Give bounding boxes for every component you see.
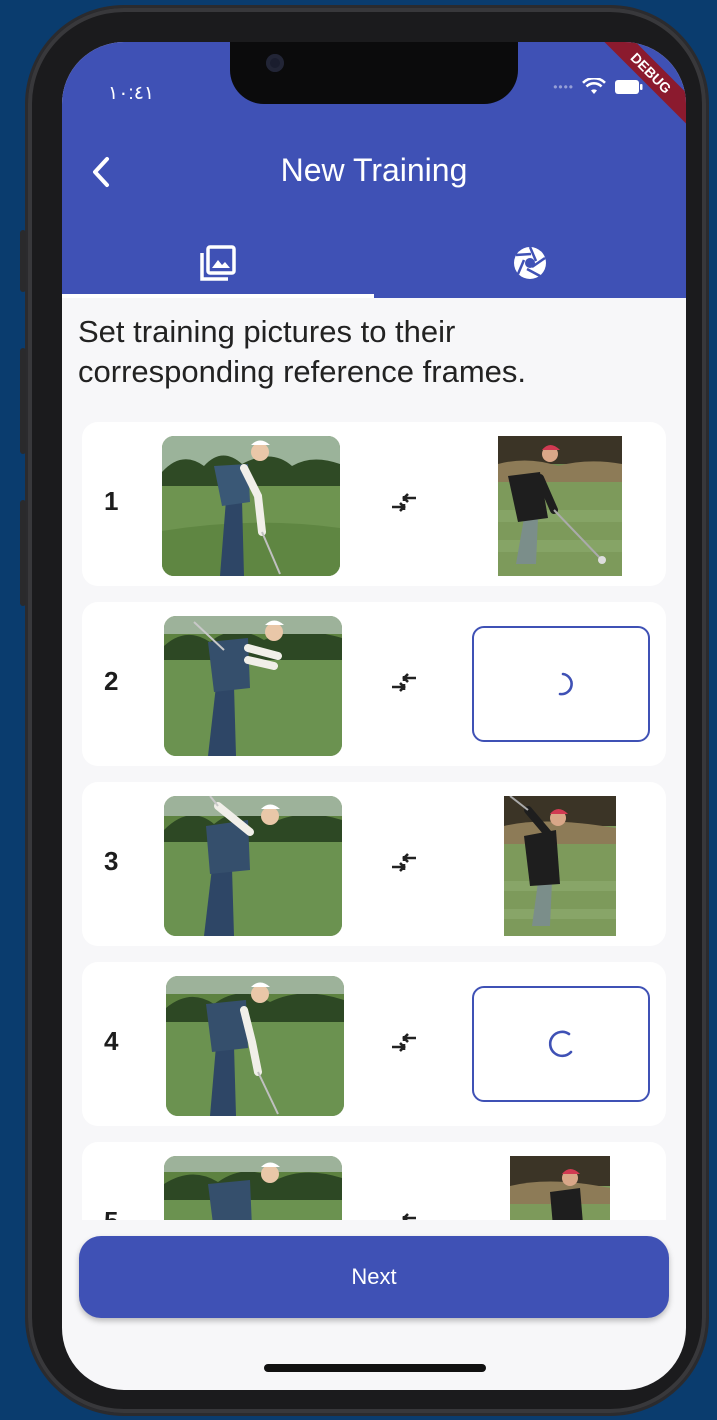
- swap-arrows-icon: [392, 1033, 416, 1052]
- app-screen: ١٠:٤١ •••• DEBUG New Training Set traini…: [62, 42, 686, 1390]
- training-picture[interactable]: [164, 796, 342, 936]
- signal-dots-icon: ••••: [553, 80, 574, 94]
- row-number: 5: [104, 1206, 118, 1220]
- reference-frame-placeholder[interactable]: [472, 626, 650, 742]
- tab-gallery[interactable]: [62, 228, 374, 298]
- home-indicator: [264, 1364, 486, 1372]
- loading-spinner-icon: [548, 1030, 573, 1058]
- row-number: 4: [104, 1026, 119, 1056]
- training-picture[interactable]: [164, 1156, 342, 1220]
- tab-selected-indicator: [62, 294, 374, 298]
- row-number: 3: [104, 846, 119, 876]
- wifi-icon: [582, 78, 606, 94]
- app-bar: ١٠:٤١ •••• DEBUG New Training: [62, 42, 686, 298]
- row-number: 1: [104, 486, 119, 516]
- reference-frame-placeholder[interactable]: [472, 986, 650, 1102]
- list-item: 4: [82, 962, 666, 1126]
- list-item: 2: [82, 602, 666, 766]
- volume-down-button: [20, 500, 26, 606]
- training-picture[interactable]: [162, 436, 340, 576]
- page-title: New Training: [280, 152, 468, 188]
- mute-switch: [20, 230, 26, 292]
- tab-camera[interactable]: [374, 228, 686, 298]
- instruction-text: Set training pictures to their correspon…: [78, 314, 527, 389]
- device-notch: [230, 42, 518, 104]
- status-time: ١٠:٤١: [108, 83, 155, 104]
- tab-bar: [62, 228, 686, 298]
- list-item: 1: [82, 422, 666, 586]
- reference-frame[interactable]: [510, 1156, 610, 1220]
- reference-frame[interactable]: [504, 796, 616, 936]
- loading-spinner-icon: [558, 672, 573, 696]
- training-picture[interactable]: [164, 616, 342, 756]
- swap-arrows-icon: [392, 493, 416, 512]
- status-icons: ••••: [553, 78, 644, 96]
- photo-library-icon: [200, 245, 236, 281]
- swap-arrows-icon: [392, 673, 416, 692]
- list-item: 3: [82, 782, 666, 946]
- row-number: 2: [104, 666, 119, 696]
- swap-arrows-icon: [392, 853, 416, 872]
- battery-icon: [615, 80, 643, 94]
- next-button[interactable]: Next: [79, 1236, 669, 1318]
- pairing-list[interactable]: 1 2 3 4: [62, 422, 686, 1220]
- swap-arrows-icon: [402, 1213, 416, 1220]
- volume-up-button: [20, 348, 26, 454]
- camera-shutter-icon: [514, 246, 546, 279]
- reference-frame[interactable]: [498, 436, 622, 576]
- list-item: 5: [82, 1142, 666, 1220]
- training-picture[interactable]: [166, 976, 344, 1116]
- front-camera: [266, 54, 284, 72]
